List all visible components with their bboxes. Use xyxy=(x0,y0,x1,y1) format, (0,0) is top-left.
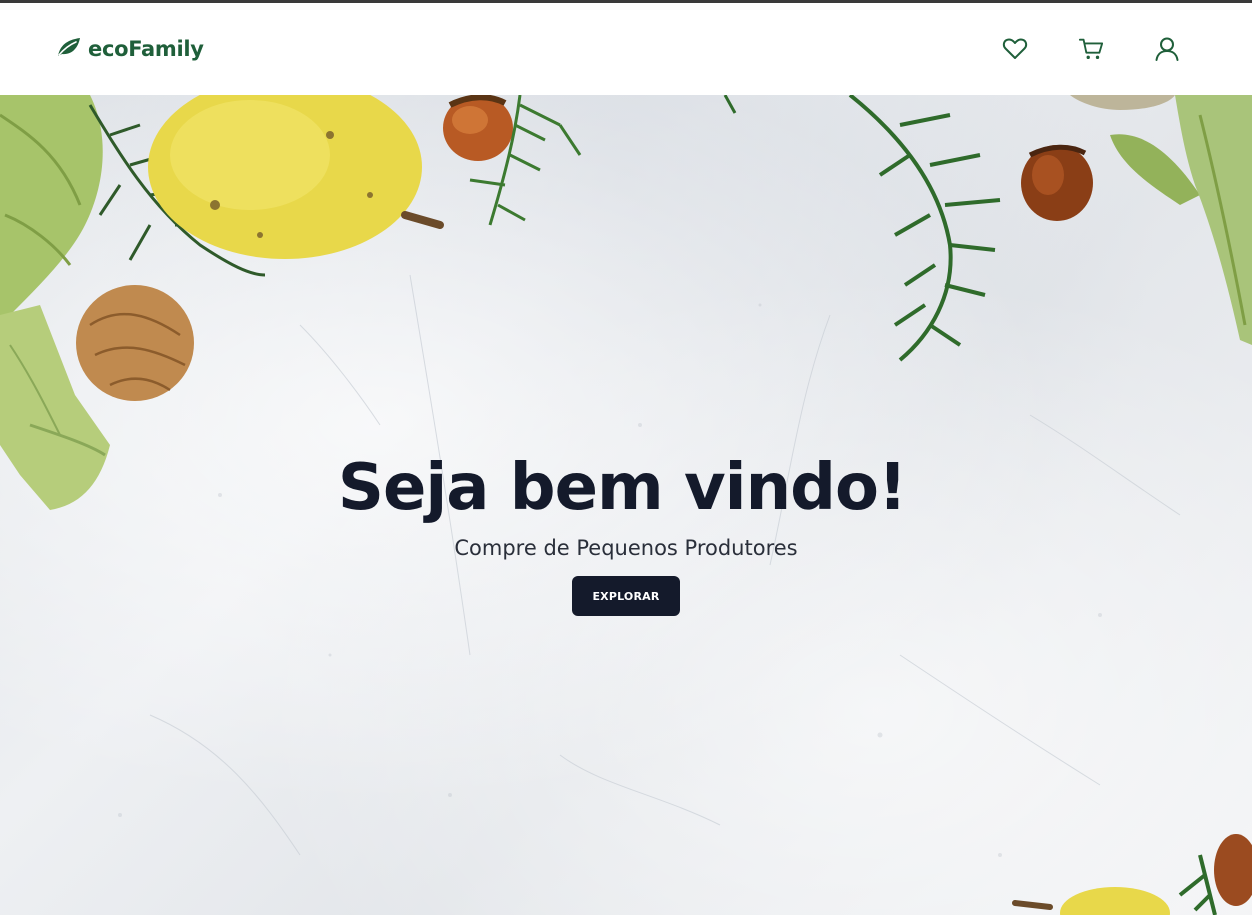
top-navbar: ecoFamily xyxy=(0,3,1252,95)
hero-section: Seja bem vindo! Compre de Pequenos Produ… xyxy=(0,95,1252,915)
hero-subtitle: Compre de Pequenos Produtores xyxy=(454,536,798,560)
hero-content: Seja bem vindo! Compre de Pequenos Produ… xyxy=(0,450,1252,616)
brand-name: ecoFamily xyxy=(88,37,204,61)
brand-logo[interactable]: ecoFamily xyxy=(56,36,204,62)
explore-button[interactable]: EXPLORAR xyxy=(572,576,680,616)
heart-icon[interactable] xyxy=(1002,36,1028,62)
user-icon[interactable] xyxy=(1154,36,1180,62)
leaf-icon xyxy=(56,36,82,62)
cart-icon[interactable] xyxy=(1078,36,1104,62)
nav-icons xyxy=(1002,36,1180,62)
hero-title: Seja bem vindo! xyxy=(337,451,907,525)
